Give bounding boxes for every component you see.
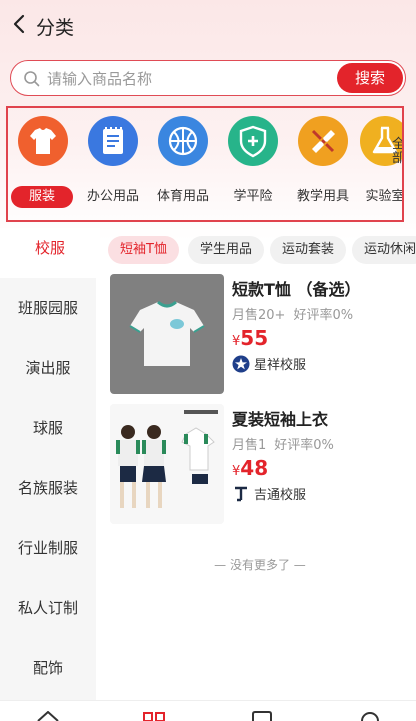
shop-info[interactable]: 星祥校服 (232, 354, 306, 374)
product-sales: 月售1 (232, 438, 267, 453)
chip-student-supplies[interactable]: 学生用品 (188, 236, 265, 264)
product-rating: 好评率0% (293, 308, 354, 323)
search-icon (24, 71, 40, 87)
basketball-icon (158, 116, 208, 166)
product-name: 短款T恤 （备选） (232, 280, 361, 299)
search-button[interactable]: 搜索 (337, 63, 403, 93)
shop-logo-icon (233, 485, 249, 502)
subcategory-chips: 短袖T恤 学生用品 运动套装 运动休闲 (0, 228, 416, 268)
product-name: 夏装短袖上衣 (232, 410, 329, 429)
all-categories-button[interactable]: 全部 (392, 138, 402, 166)
product-card[interactable]: 短款T恤 （备选） 月售20+ 好评率0% ¥55 星祥校服 (110, 274, 410, 394)
category-label: 体育用品 (156, 189, 209, 204)
category-office[interactable]: 办公用品 (78, 116, 148, 216)
category-label: 办公用品 (86, 189, 139, 204)
product-price: ¥55 (232, 326, 268, 350)
shop-name: 吉通校服 (254, 488, 307, 503)
product-price: ¥48 (232, 456, 268, 480)
product-image (110, 404, 224, 524)
chip-sport-suits[interactable]: 运动套装 (270, 236, 347, 264)
sidebar-item[interactable]: 行业制服 (0, 518, 96, 578)
shop-name: 星祥校服 (254, 358, 307, 373)
sidebar: 班服园服 演出服 球服 名族服装 行业制服 私人订制 配饰 (0, 278, 96, 720)
shop-info[interactable]: 吉通校服 (232, 484, 306, 504)
shield-plus-icon (228, 116, 278, 166)
sidebar-item[interactable]: 配饰 (0, 638, 96, 698)
category-label: 服装 (11, 186, 73, 208)
chip-short-sleeve[interactable]: 短袖T恤 (108, 236, 179, 264)
category-lab[interactable]: 实验室 (350, 116, 404, 216)
sidebar-item[interactable]: 班服园服 (0, 278, 96, 338)
category-clothing[interactable]: 服装 (8, 116, 78, 216)
product-meta: 月售1 好评率0% (232, 434, 334, 453)
page-title: 分类 (36, 17, 75, 39)
notepad-icon (88, 116, 138, 166)
product-meta: 月售20+ 好评率0% (232, 304, 353, 323)
product-sales: 月售20+ (232, 308, 286, 323)
bottom-navigation (0, 700, 416, 721)
shop-logo-icon (232, 355, 250, 372)
product-image (110, 274, 224, 394)
sidebar-item[interactable]: 球服 (0, 398, 96, 458)
chip-sport-casual[interactable]: 运动休闲 (352, 236, 416, 264)
ruler-pencil-icon (298, 116, 348, 166)
category-insurance[interactable]: 学平险 (218, 116, 288, 216)
back-arrow-icon[interactable] (8, 12, 32, 36)
category-label: 学平险 (233, 189, 273, 204)
category-row: 服装 办公用品 体育用品 学平险 教学用具 实验室 全部 (6, 106, 404, 222)
category-sports[interactable]: 体育用品 (148, 116, 218, 216)
product-rating: 好评率0% (274, 438, 334, 453)
product-card[interactable]: 夏装短袖上衣 月售1 好评率0% ¥48 吉通校服 (110, 404, 410, 524)
category-label: 实验室 (365, 189, 404, 204)
sidebar-item[interactable]: 私人订制 (0, 578, 96, 638)
search-input[interactable] (45, 67, 339, 91)
sidebar-item[interactable]: 名族服装 (0, 458, 96, 518)
price-value: 55 (240, 326, 269, 350)
no-more-text: — 没有更多了 — (214, 558, 306, 572)
search-bar[interactable]: 搜索 (10, 60, 406, 96)
header: 分类 (0, 0, 416, 50)
sidebar-item[interactable]: 演出服 (0, 338, 96, 398)
tshirt-icon (18, 116, 68, 166)
category-label: 教学用具 (296, 189, 349, 204)
category-teaching-tools[interactable]: 教学用具 (288, 116, 358, 216)
price-value: 48 (240, 456, 269, 480)
